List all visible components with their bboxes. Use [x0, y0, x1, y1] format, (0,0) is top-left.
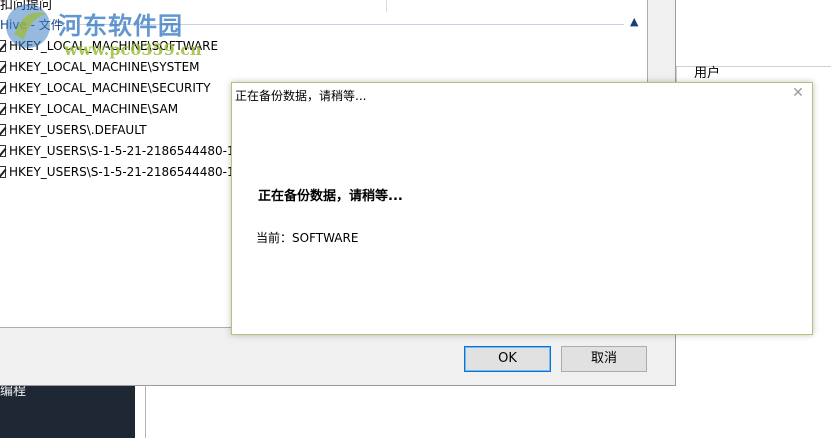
hive-path: HKEY_USERS\.DEFAULT — [9, 123, 147, 137]
hive-path: HKEY_LOCAL_MACHINE\SECURITY — [9, 81, 211, 95]
column-separator — [386, 0, 387, 12]
current-value: SOFTWARE — [292, 231, 359, 245]
hive-path: HKEY_USERS\S-1-5-21-2186544480-12 — [9, 144, 243, 158]
watermark-url: www.pc0359.cn — [64, 40, 202, 59]
watermark: 河东软件园 www.pc0359.cn — [0, 0, 202, 64]
hive-checkbox[interactable] — [0, 103, 6, 115]
hive-checkbox[interactable] — [0, 124, 6, 136]
hive-checkbox[interactable] — [0, 166, 6, 178]
current-label: 当前： — [256, 231, 293, 245]
column-header-separator — [676, 66, 677, 82]
ok-button[interactable]: OK — [464, 346, 551, 372]
close-icon[interactable]: ✕ — [790, 85, 806, 101]
screen: 用户 编程 扣问提问 Hive - 文件 ▲ HKEY_LOCAL_MACHIN… — [0, 0, 831, 438]
current-item-line: 当前：SOFTWARE — [256, 229, 358, 246]
hive-path: HKEY_USERS\S-1-5-21-2186544480-12 — [9, 165, 243, 179]
hive-checkbox[interactable] — [0, 82, 6, 94]
column-header-user[interactable]: 用户 — [694, 66, 720, 82]
hive-checkbox[interactable] — [0, 145, 6, 157]
dialog-title: 正在备份数据，请稍等... — [235, 89, 367, 103]
background-sidebar: 编程 — [0, 384, 135, 438]
progress-dialog: 正在备份数据，请稍等... ✕ 正在备份数据，请稍等... 当前：SOFTWAR… — [231, 82, 813, 335]
progress-message: 正在备份数据，请稍等... — [258, 189, 403, 204]
hive-path: HKEY_LOCAL_MACHINE\SAM — [9, 102, 179, 116]
chevron-up-icon[interactable]: ▲ — [630, 15, 638, 28]
cancel-button[interactable]: 取消 — [561, 346, 647, 372]
watermark-site-name: 河东软件园 — [58, 11, 183, 40]
